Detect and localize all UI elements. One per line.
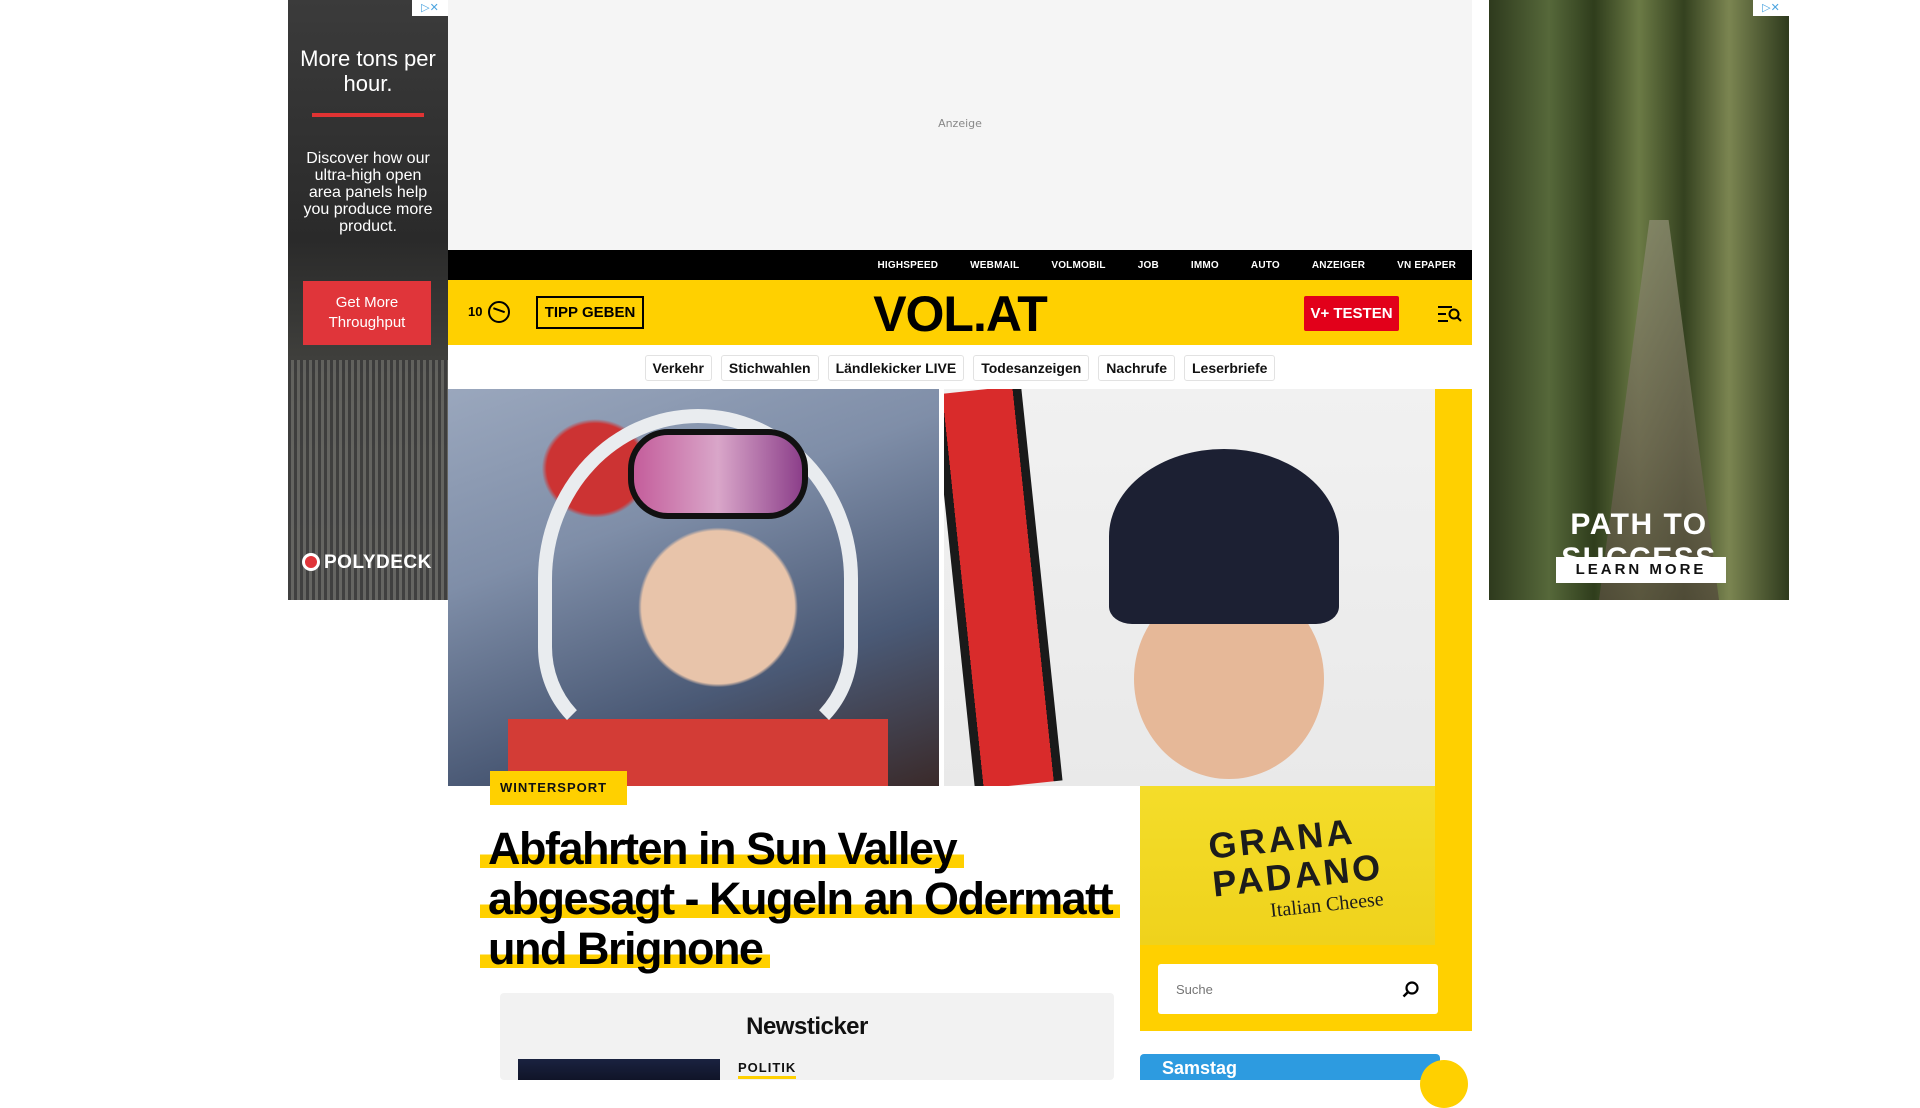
hero-image-brignone-lower[interactable]: GRANA PADANO Italian Cheese	[1140, 786, 1435, 945]
service-link-job[interactable]: JOB	[1138, 260, 1159, 271]
nav-pill-todesanzeigen[interactable]: Todesanzeigen	[973, 355, 1090, 381]
nav-pill-leserbriefe[interactable]: Leserbriefe	[1183, 355, 1276, 381]
sun-icon	[1420, 1060, 1468, 1108]
adchoices-icon[interactable]: ▷✕	[1753, 0, 1789, 16]
ad-cta-button[interactable]: LEARN MORE	[1556, 557, 1726, 583]
service-link-highspeed[interactable]: HIGHSPEED	[877, 260, 938, 271]
article-category-badge[interactable]: WINTERSPORT	[490, 771, 627, 805]
hero-frame-accent	[1435, 389, 1472, 1031]
search-input[interactable]	[1158, 964, 1398, 1014]
nav-pill-laendlekicker-live[interactable]: Ländlekicker LIVE	[827, 355, 965, 381]
newsticker-box: Newsticker POLITIK	[500, 993, 1114, 1080]
nav-pill-verkehr[interactable]: Verkehr	[644, 355, 712, 381]
service-link-immo[interactable]: IMMO	[1191, 260, 1219, 271]
billboard-ad-slot: Anzeige	[448, 0, 1472, 250]
search-box	[1158, 964, 1438, 1014]
weather-day: Samstag	[1162, 1058, 1238, 1078]
search-icon[interactable]	[1402, 980, 1420, 998]
ad-brand-logo: POLYDECK	[302, 552, 432, 574]
image-detail-goggles	[628, 429, 808, 519]
hero-image-brignone[interactable]	[944, 389, 1435, 786]
nav-pill-nachrufe[interactable]: Nachrufe	[1098, 355, 1175, 381]
newsticker-title: Newsticker	[746, 1013, 868, 1040]
adchoices-icon[interactable]: ▷✕	[412, 0, 448, 16]
ad-brand-name: POLYDECK	[324, 552, 432, 573]
image-detail-beanie	[1109, 449, 1339, 624]
ad-headline: More tons per hour.	[300, 46, 436, 96]
image-detail-ski	[944, 389, 1063, 786]
nav-pill-stichwahlen[interactable]: Stichwahlen	[720, 355, 819, 381]
newsticker-category[interactable]: POLITIK	[738, 1060, 797, 1079]
menu-search-icon[interactable]	[1438, 305, 1462, 323]
site-header: 10 TIPP GEBEN VOL.AT V+ TESTEN	[448, 280, 1472, 345]
service-bar: HIGHSPEED WEBMAIL VOLMOBIL JOB IMMO AUTO…	[448, 250, 1472, 280]
weather-widget[interactable]: Samstag	[1140, 1054, 1440, 1080]
service-link-anzeiger[interactable]: ANZEIGER	[1312, 260, 1365, 271]
ad-label: Anzeige	[938, 117, 982, 130]
polydeck-logo-icon	[302, 553, 320, 571]
vplus-testen-button[interactable]: V+ TESTEN	[1304, 296, 1399, 331]
article-headline[interactable]: Abfahrten in Sun Valley abgesagt - Kugel…	[480, 823, 1121, 974]
hero-image-odermatt[interactable]	[448, 389, 939, 786]
ad-body-text: Discover how our ultra-high open area pa…	[303, 150, 433, 235]
service-link-volmobil[interactable]: VOLMOBIL	[1051, 260, 1105, 271]
topic-nav: Verkehr Stichwahlen Ländlekicker LIVE To…	[448, 345, 1472, 389]
article-headline-block[interactable]: Abfahrten in Sun Valley abgesagt - Kugel…	[480, 823, 1121, 974]
service-link-webmail[interactable]: WEBMAIL	[970, 260, 1019, 271]
ad-divider	[312, 113, 424, 117]
service-link-vn-epaper[interactable]: VN EPAPER	[1397, 260, 1456, 271]
ad-cta-button[interactable]: Get More Throughput	[303, 281, 431, 345]
left-skyscraper-ad[interactable]: ▷✕ More tons per hour. Discover how our …	[288, 0, 448, 600]
right-skyscraper-ad[interactable]: ▷✕ PATH TO SUCCESS LEARN MORE	[1489, 0, 1789, 600]
service-link-auto[interactable]: AUTO	[1251, 260, 1280, 271]
newsticker-thumbnail[interactable]	[518, 1059, 720, 1080]
